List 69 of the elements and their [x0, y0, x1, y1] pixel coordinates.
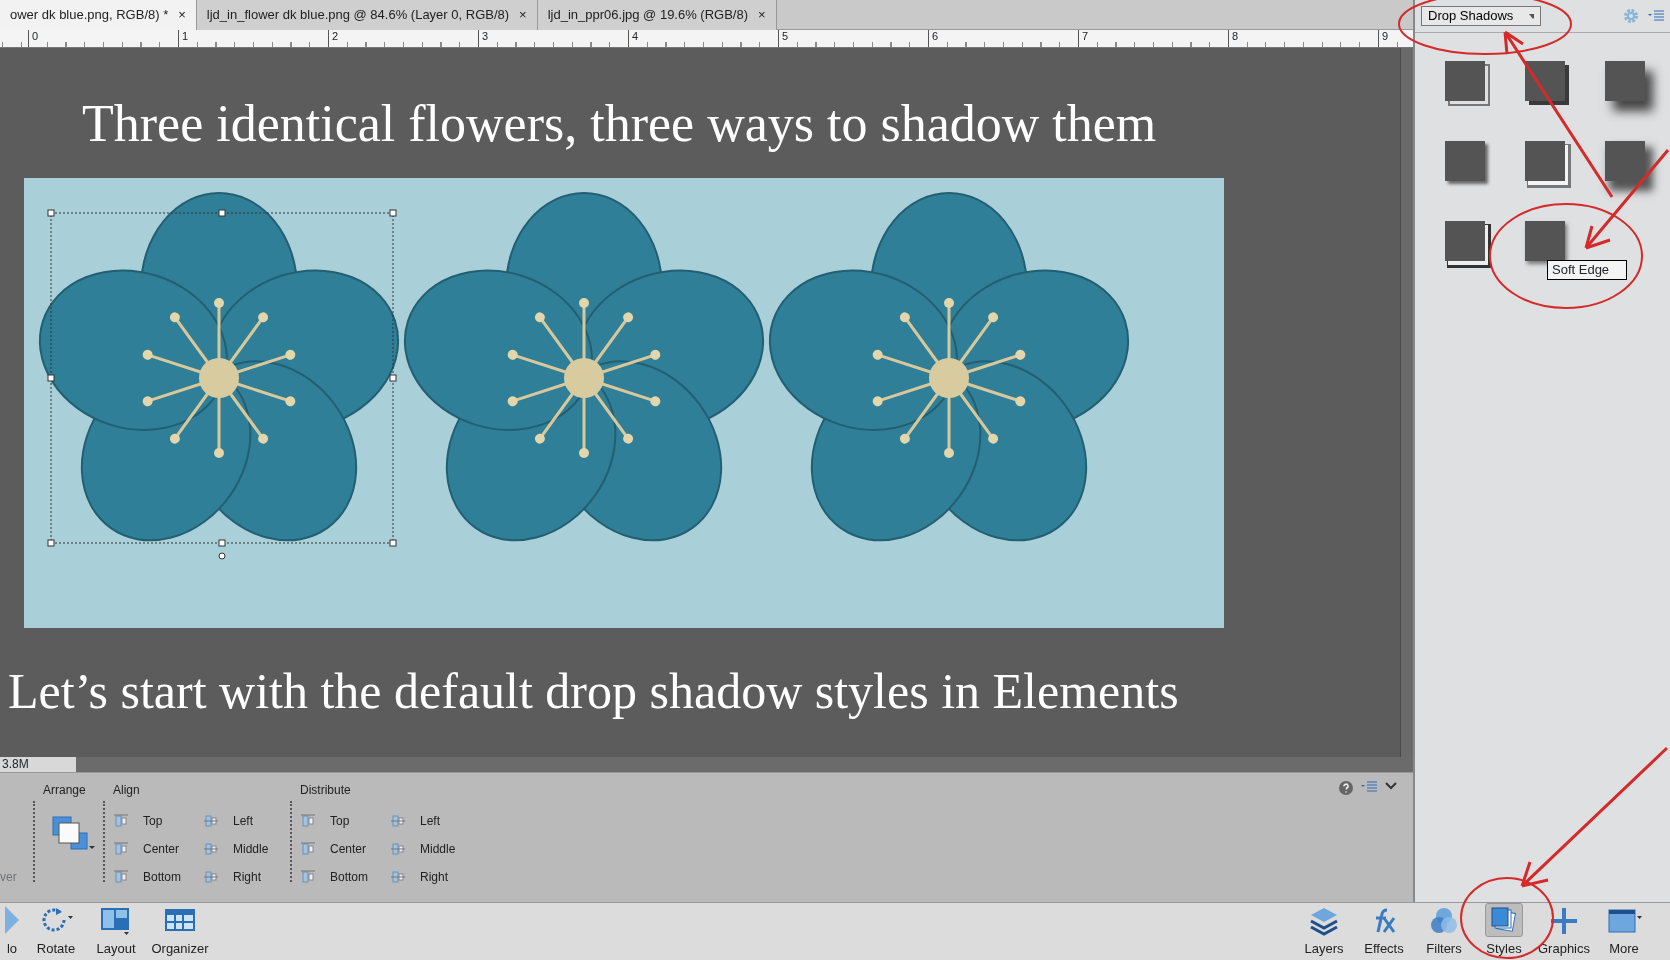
taskbar-button[interactable]: Layers: [1294, 903, 1354, 960]
option-label[interactable]: Middle: [420, 840, 456, 858]
option-label[interactable]: Right: [420, 868, 448, 886]
option-label[interactable]: Left: [233, 812, 253, 830]
ruler-number: 7: [1078, 30, 1228, 47]
vertical-scrollbar[interactable]: [1400, 48, 1413, 757]
option-label[interactable]: Center: [330, 840, 367, 858]
bar-align-icon[interactable]: [113, 813, 129, 829]
group-label: Arrange: [43, 782, 87, 799]
close-icon[interactable]: ×: [178, 7, 186, 23]
taskbar-button[interactable]: Filters: [1414, 903, 1474, 960]
taskbar-button[interactable]: More: [1594, 903, 1654, 960]
ruler-number: 8: [1228, 30, 1378, 47]
ruler-number: 4: [628, 30, 778, 47]
settings-icon[interactable]: [1622, 7, 1640, 25]
style-swatch[interactable]: [1445, 141, 1485, 181]
style-swatch[interactable]: [1525, 221, 1565, 261]
bar-align-icon[interactable]: [203, 869, 219, 885]
taskbar-button[interactable]: Graphics: [1534, 903, 1594, 960]
close-icon[interactable]: ×: [758, 7, 766, 23]
tooltip: Soft Edge: [1547, 260, 1627, 280]
ruler-number: 6: [928, 30, 1078, 47]
close-icon[interactable]: ×: [519, 7, 527, 23]
document-size: 3.8M: [0, 757, 76, 772]
menu-icon[interactable]: [1648, 10, 1664, 22]
help-icon[interactable]: [1339, 781, 1353, 795]
bar-align-icon[interactable]: [203, 841, 219, 857]
document-tab[interactable]: ljd_in_ppr06.jpg @ 19.6% (RGB/8) ×: [537, 0, 777, 30]
bar-align-icon[interactable]: [113, 869, 129, 885]
style-swatch[interactable]: [1605, 61, 1645, 101]
bar-distribute-icon[interactable]: [390, 841, 406, 857]
option-label[interactable]: Top: [143, 812, 163, 830]
option-label[interactable]: Bottom: [330, 868, 368, 886]
option-label[interactable]: Right: [233, 868, 261, 886]
bar-distribute-icon[interactable]: [300, 841, 316, 857]
bar-align-icon[interactable]: [113, 841, 129, 857]
bar-distribute-icon[interactable]: [390, 813, 406, 829]
style-swatch[interactable]: [1605, 141, 1645, 181]
taskbar-button[interactable]: Effects: [1354, 903, 1414, 960]
bar-distribute-icon[interactable]: [390, 869, 406, 885]
ruler-number: 3: [478, 30, 628, 47]
option-label[interactable]: Bottom: [143, 868, 181, 886]
taskbar-button[interactable]: Organizer: [144, 903, 216, 960]
taskbar-button[interactable]: Layout: [88, 903, 144, 960]
chevron-icon[interactable]: [1385, 781, 1397, 791]
option-label[interactable]: Left: [420, 812, 440, 830]
ruler-number: 0: [28, 30, 178, 47]
category-dropdown[interactable]: Drop Shadows: [1421, 6, 1541, 26]
bar-align-icon[interactable]: [203, 813, 219, 829]
option-label[interactable]: Middle: [233, 840, 269, 858]
taskbar-button[interactable]: Styles: [1474, 903, 1534, 960]
bar-distribute-icon[interactable]: [300, 869, 316, 885]
document-tab[interactable]: ower dk blue.png, RGB/8) * ×: [0, 0, 197, 30]
ruler-number: 2: [328, 30, 478, 47]
group-label: Distribute: [300, 782, 352, 799]
caret-icon: [1529, 13, 1534, 19]
menu-icon[interactable]: [1361, 781, 1377, 793]
taskbar-button[interactable]: lo: [0, 903, 24, 960]
triangle-icon: [5, 904, 19, 936]
taskbar-button[interactable]: Rotate: [24, 903, 88, 960]
option-label[interactable]: Center: [143, 840, 180, 858]
bar-distribute-icon[interactable]: [300, 813, 316, 829]
option-label[interactable]: Top: [330, 812, 350, 830]
group-label: Align: [113, 782, 141, 799]
ruler-number: 5: [778, 30, 928, 47]
options-label: ver: [0, 869, 18, 886]
ruler-number: 1: [178, 30, 328, 47]
canvas-heading: Three identical flowers, three ways to shadow them: [81, 94, 1158, 150]
document-tab[interactable]: ljd_in_flower dk blue.png @ 84.6% (Layer 0, RGB/8) ×: [196, 0, 538, 30]
